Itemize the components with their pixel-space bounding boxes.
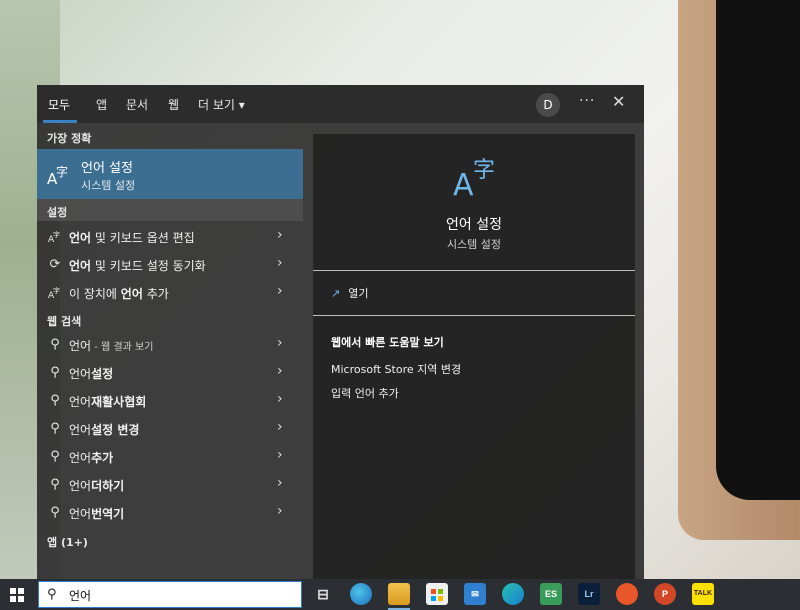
tab-all[interactable]: 모두 xyxy=(48,96,70,113)
preview-subtitle: 시스템 설정 xyxy=(446,238,502,251)
close-icon[interactable]: ✕ xyxy=(612,92,625,111)
search-icon: ⚲ xyxy=(47,587,57,602)
search-input[interactable] xyxy=(69,586,289,604)
open-external-icon: ↗ xyxy=(331,287,341,300)
file-explorer-icon[interactable] xyxy=(388,583,410,605)
task-view-icon[interactable]: ⊟ xyxy=(312,583,334,605)
kakaotalk-icon[interactable]: TALK xyxy=(692,583,714,605)
web-item[interactable]: ⚲ 언어재활사협회 › xyxy=(37,387,303,415)
settings-item-label: 언어 및 키보드 옵션 편집 xyxy=(69,231,195,245)
svg-text:字: 字 xyxy=(56,164,68,179)
taskbar: ⚲ ⊟ ✉ ES Lr P TALK xyxy=(0,579,800,610)
settings-item-label: 이 장치에 언어 추가 xyxy=(69,287,169,301)
svg-text:字: 字 xyxy=(53,230,60,239)
web-help-header: 웹에서 빠른 도움말 보기 xyxy=(331,336,444,349)
search-icon: ⚲ xyxy=(50,449,60,464)
settings-item-add-language[interactable]: A字 이 장치에 언어 추가 › xyxy=(37,279,303,307)
settings-header: 설정 xyxy=(47,206,68,219)
help-link-add-input-language[interactable]: 입력 언어 추가 xyxy=(331,385,399,401)
web-item-label: 언어설정 xyxy=(69,367,114,381)
chevron-right-icon: › xyxy=(277,447,283,463)
web-item[interactable]: ⚲ 언어번역기 › xyxy=(37,499,303,527)
tab-documents[interactable]: 문서 xyxy=(126,96,148,113)
edge-icon[interactable] xyxy=(350,583,372,605)
settings-item-edit-keyboard[interactable]: A字 언어 및 키보드 옵션 편집 › xyxy=(37,223,303,251)
web-item[interactable]: ⚲ 언어더하기 › xyxy=(37,471,303,499)
best-match-title: 언어 설정 xyxy=(81,161,133,176)
chevron-right-icon: › xyxy=(277,419,283,435)
search-icon: ⚲ xyxy=(50,421,60,436)
results-list: 가장 정확 A 字 언어 설정 시스템 설정 설정 A字 언어 및 키보드 옵션… xyxy=(37,123,303,579)
mail-icon[interactable]: ✉ xyxy=(464,583,486,605)
chevron-right-icon: › xyxy=(277,475,283,491)
web-item[interactable]: ⚲ 언어설정 변경 › xyxy=(37,415,303,443)
language-icon: A字 xyxy=(47,285,63,301)
web-search-header: 웹 검색 xyxy=(47,315,82,328)
settings-header-band: 설정 xyxy=(37,199,303,221)
search-icon: ⚲ xyxy=(50,393,60,408)
wallpaper-frame-dark xyxy=(716,0,800,500)
web-item-label: 언어설정 변경 xyxy=(69,423,140,437)
search-icon: ⚲ xyxy=(50,477,60,492)
app-icon[interactable] xyxy=(502,583,524,605)
web-item-label: 언어번역기 xyxy=(69,507,125,521)
app-icon[interactable] xyxy=(616,583,638,605)
best-match-subtitle: 시스템 설정 xyxy=(81,179,136,192)
start-search-panel: 모두 앱 문서 웹 더 보기 ▾ D ··· ✕ 가장 정확 A 字 언어 설정… xyxy=(37,85,644,579)
help-link-store-region[interactable]: Microsoft Store 지역 변경 xyxy=(331,361,461,377)
sync-icon: ⟳ xyxy=(49,257,61,272)
chevron-right-icon: › xyxy=(277,335,283,351)
preview-pane: A 字 언어 설정 시스템 설정 ↗ 열기 웹에서 빠른 도움말 보기 Micro… xyxy=(313,134,635,579)
chevron-right-icon: › xyxy=(277,227,283,243)
taskbar-search-box[interactable]: ⚲ xyxy=(38,581,302,608)
web-item-label: 언어재활사협회 xyxy=(69,395,147,409)
windows-start-icon[interactable] xyxy=(10,587,24,602)
chevron-right-icon: › xyxy=(277,363,283,379)
open-button[interactable]: ↗ 열기 xyxy=(331,285,368,301)
divider xyxy=(313,315,635,316)
best-match-item[interactable]: A 字 언어 설정 시스템 설정 xyxy=(37,149,303,199)
app-es-icon[interactable]: ES xyxy=(540,583,562,605)
settings-item-label: 언어 및 키보드 설정 동기화 xyxy=(69,259,206,273)
web-item-label: 언어추가 xyxy=(69,451,114,465)
web-item[interactable]: ⚲ 언어추가 › xyxy=(37,443,303,471)
divider xyxy=(313,270,635,271)
chevron-right-icon: › xyxy=(277,283,283,299)
more-options-icon[interactable]: ··· xyxy=(579,93,595,109)
lightroom-icon[interactable]: Lr xyxy=(578,583,600,605)
powerpoint-icon[interactable]: P xyxy=(654,583,676,605)
chevron-right-icon: › xyxy=(277,255,283,271)
search-icon: ⚲ xyxy=(50,337,60,352)
tab-web[interactable]: 웹 xyxy=(168,96,179,113)
search-icon: ⚲ xyxy=(50,505,60,520)
web-item-label: 언어더하기 xyxy=(69,479,125,493)
tab-apps[interactable]: 앱 xyxy=(96,96,107,113)
svg-text:A: A xyxy=(453,168,474,200)
best-match-header: 가장 정확 xyxy=(47,132,92,145)
microsoft-store-icon[interactable] xyxy=(426,583,448,605)
chevron-right-icon: › xyxy=(277,503,283,519)
web-item[interactable]: ⚲ 언어 - 웹 결과 보기 › xyxy=(37,331,303,359)
language-icon: A字 xyxy=(47,229,63,245)
avatar[interactable]: D xyxy=(536,93,560,117)
web-item[interactable]: ⚲ 언어설정 › xyxy=(37,359,303,387)
settings-item-sync-keyboard[interactable]: ⟳ 언어 및 키보드 설정 동기화 › xyxy=(37,251,303,279)
language-icon: A 字 xyxy=(47,163,69,188)
language-icon: A 字 xyxy=(453,152,497,203)
chevron-right-icon: › xyxy=(277,391,283,407)
preview-title: 언어 설정 xyxy=(446,217,502,233)
search-icon: ⚲ xyxy=(50,365,60,380)
search-tabs: 모두 앱 문서 웹 더 보기 ▾ D ··· ✕ xyxy=(37,85,644,123)
tab-more[interactable]: 더 보기 ▾ xyxy=(198,96,245,113)
web-item-label: 언어 - 웹 결과 보기 xyxy=(69,339,154,353)
svg-text:字: 字 xyxy=(473,158,495,183)
apps-header[interactable]: 앱 (1+) xyxy=(47,534,88,550)
svg-text:字: 字 xyxy=(53,286,60,295)
